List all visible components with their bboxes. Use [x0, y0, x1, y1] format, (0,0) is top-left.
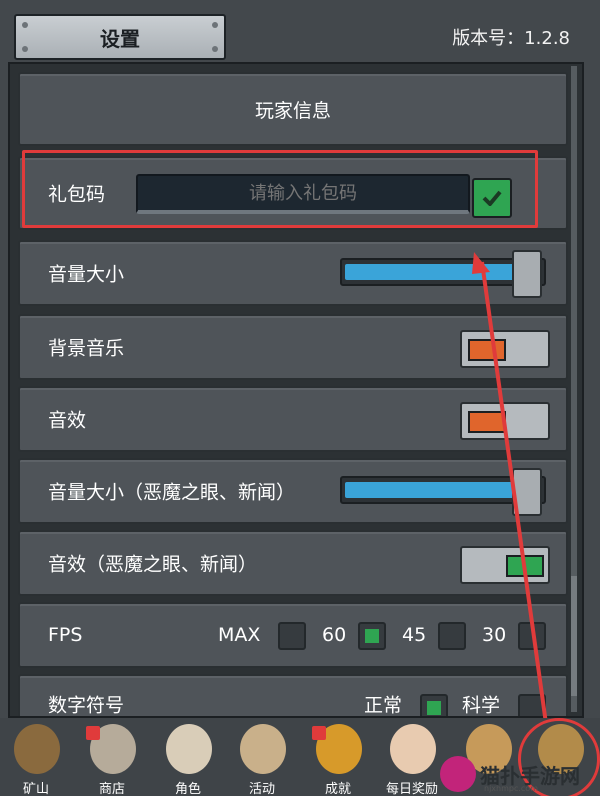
scrollbar-thumb[interactable]	[571, 576, 577, 696]
sfx-row: 音效	[18, 386, 568, 452]
skull-icon	[166, 724, 212, 774]
number-format-scientific-box[interactable]	[518, 694, 546, 716]
nav-label: 活动	[248, 782, 275, 796]
fps-label: FPS	[48, 624, 83, 646]
nav-label: 商店	[98, 782, 125, 796]
nav-events[interactable]: 活动	[226, 720, 298, 796]
volume-demon-slider-handle[interactable]	[512, 468, 542, 516]
toggle-knob	[468, 411, 506, 433]
toggle-knob	[468, 339, 506, 361]
nav-achievements[interactable]: 成就	[302, 720, 374, 796]
volume-row: 音量大小	[18, 240, 568, 306]
fps-option-45-box[interactable]	[438, 622, 466, 650]
rivet-icon	[212, 22, 218, 28]
version-label: 版本号：1.2.8	[452, 28, 570, 49]
fps-option-60-box[interactable]	[358, 622, 386, 650]
sfx-toggle[interactable]	[460, 402, 550, 440]
sfx-demon-row: 音效（恶魔之眼、新闻）	[18, 530, 568, 596]
nav-label: 角色	[174, 782, 201, 796]
volume-demon-slider[interactable]	[340, 468, 546, 516]
nav-mine[interactable]: 矿山	[0, 720, 72, 796]
nav-label: 成就	[324, 782, 351, 796]
sfx-demon-label: 音效（恶魔之眼、新闻）	[48, 553, 258, 576]
fps-row: FPS MAX 60 45 30	[18, 602, 568, 668]
settings-scrollbar[interactable]	[571, 66, 577, 712]
watermark: 猫扑手游网 njxhmpc.com	[440, 752, 600, 796]
page-title: 设置	[100, 26, 140, 51]
annotation-highlight-box	[22, 150, 538, 228]
number-format-normal-box[interactable]	[420, 694, 448, 716]
notification-badge	[312, 726, 326, 740]
nav-daily-reward[interactable]: 每日奖励	[376, 720, 448, 796]
number-format-label: 数字符号	[48, 694, 125, 717]
fps-option-label: 30	[482, 624, 507, 646]
volume-slider-handle[interactable]	[512, 250, 542, 298]
player-info-button[interactable]: 玩家信息	[18, 72, 568, 146]
notification-badge	[86, 726, 100, 740]
fps-option-30-box[interactable]	[518, 622, 546, 650]
nav-shop[interactable]: 商店	[76, 720, 148, 796]
cat-logo-icon	[440, 756, 476, 792]
volume-slider[interactable]	[340, 250, 546, 298]
bgm-label: 背景音乐	[48, 337, 125, 360]
scroll-icon	[240, 724, 286, 774]
volume-label: 音量大小	[48, 263, 125, 286]
fps-option-label: MAX	[218, 624, 261, 646]
fps-option-label: 60	[322, 624, 347, 646]
nav-character[interactable]: 角色	[152, 720, 224, 796]
settings-screen: 设置 版本号：1.2.8 玩家信息 礼包码 音量大小 背景音乐 音效	[0, 0, 600, 796]
nav-label: 每日奖励	[385, 782, 438, 796]
rivet-icon	[22, 22, 28, 28]
volume-demon-label: 音量大小（恶魔之眼、新闻）	[48, 481, 296, 504]
rivet-icon	[212, 46, 218, 52]
sfx-label: 音效	[48, 409, 87, 432]
volume-demon-row: 音量大小（恶魔之眼、新闻）	[18, 458, 568, 524]
fps-option-label: 45	[402, 624, 427, 646]
number-format-option-label: 科学	[462, 694, 501, 717]
nav-label: 矿山	[22, 782, 49, 796]
bgm-toggle[interactable]	[460, 330, 550, 368]
settings-title-tab: 设置	[14, 14, 226, 60]
envelope-icon	[390, 724, 436, 774]
fps-option-max-box[interactable]	[278, 622, 306, 650]
toggle-knob	[506, 555, 544, 577]
watermark-sub: njxhmpc.com	[484, 784, 538, 793]
number-format-row: 数字符号 正常 科学	[18, 674, 568, 717]
number-format-option-label: 正常	[364, 694, 403, 717]
sfx-demon-toggle[interactable]	[460, 546, 550, 584]
lantern-icon	[14, 724, 60, 774]
bgm-row: 背景音乐	[18, 314, 568, 380]
rivet-icon	[22, 46, 28, 52]
